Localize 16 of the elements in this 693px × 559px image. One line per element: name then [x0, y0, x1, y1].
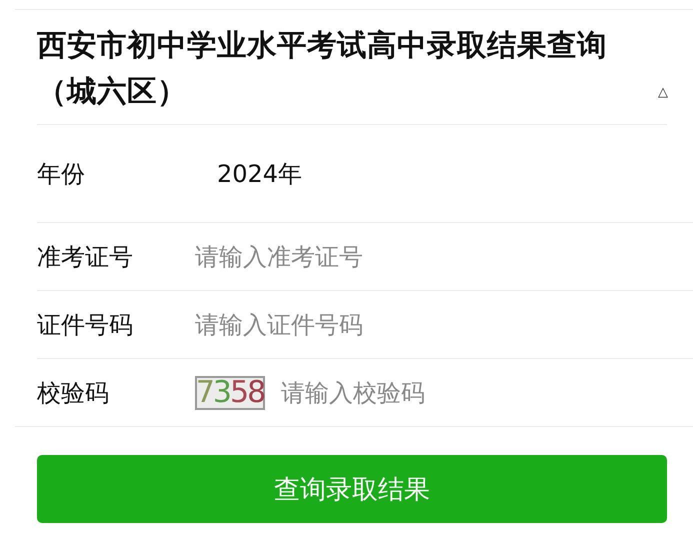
input-field[interactable]: 请输入准考证号: [195, 242, 495, 270]
captcha-digit: 8: [247, 375, 264, 410]
field-label: 证件号码: [37, 310, 134, 340]
field-label: 准考证号: [37, 242, 134, 272]
captcha-digit: 7: [196, 375, 213, 410]
collapse-toggle[interactable]: △: [658, 85, 668, 100]
captcha-digit: 3: [212, 375, 230, 410]
year-value: 2024年: [216, 158, 302, 190]
query-button[interactable]: 查询录取结果: [37, 455, 667, 523]
field-label: 年份: [37, 158, 86, 190]
captcha-image[interactable]: 7358: [195, 376, 265, 410]
captcha-digit: 5: [230, 375, 248, 410]
input-field[interactable]: 请输入证件号码: [195, 310, 495, 338]
field-label: 校验码: [37, 378, 110, 408]
page-title: 西安市初中学业水平考试高中录取结果查询（城六区）: [37, 27, 608, 110]
captcha-input[interactable]: 请输入校验码: [281, 378, 581, 406]
